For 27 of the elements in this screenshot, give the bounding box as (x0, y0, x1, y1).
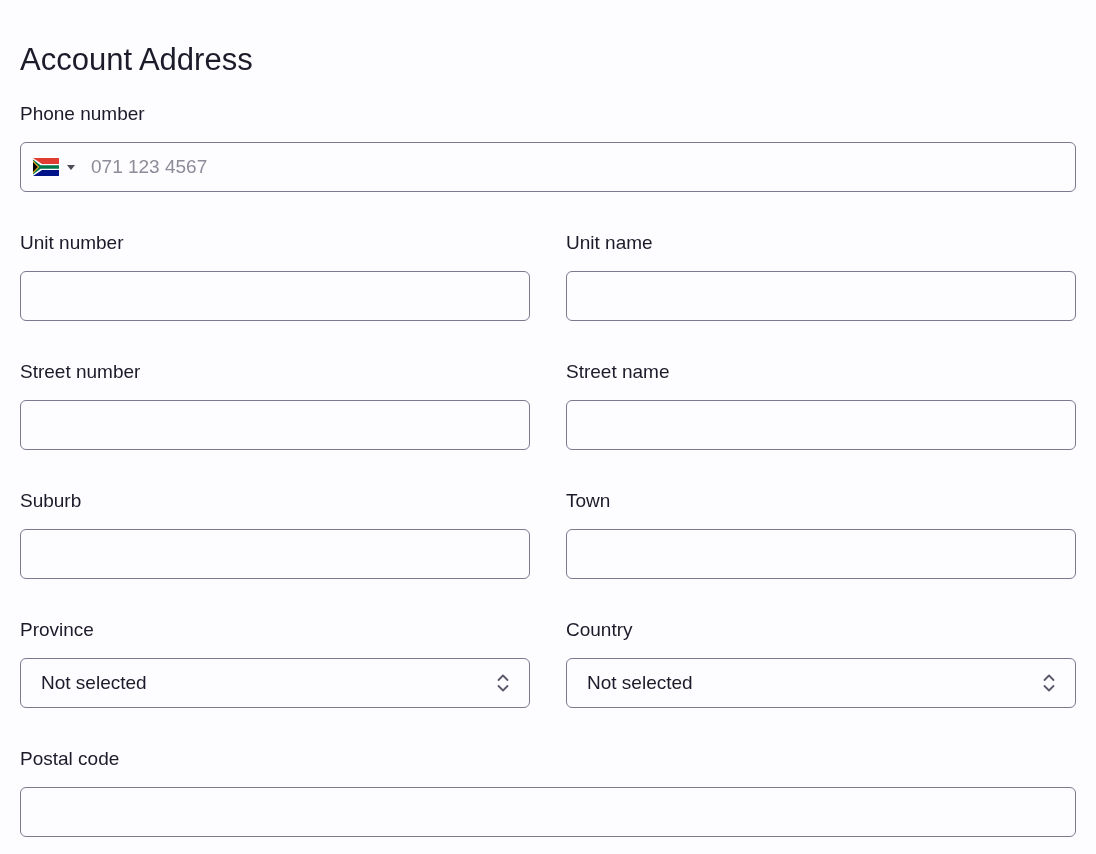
field-label: Unit name (566, 231, 653, 255)
input-field[interactable] (20, 787, 1076, 837)
field-label: Suburb (20, 489, 82, 513)
field-label: Unit number (20, 231, 124, 255)
country-code-button[interactable] (33, 158, 75, 176)
chevron-up-down-icon (497, 673, 509, 693)
field-label: Street name (566, 360, 670, 384)
input-field[interactable] (566, 271, 1076, 321)
phone-field[interactable]: 071 123 4567 (20, 142, 1076, 192)
input-field[interactable] (566, 400, 1076, 450)
flag-icon (33, 158, 59, 176)
field-label: Phone number (20, 102, 145, 126)
page-heading: Account Address (20, 41, 253, 79)
dropdown-field[interactable]: Not selected (20, 658, 530, 708)
phone-number-input[interactable]: 071 123 4567 (91, 152, 1055, 182)
field-label: Country (566, 618, 633, 642)
dropdown-field[interactable]: Not selected (566, 658, 1076, 708)
input-field[interactable] (20, 529, 530, 579)
input-field[interactable] (20, 271, 530, 321)
chevron-up-down-icon (1043, 673, 1055, 693)
field-label: Town (566, 489, 611, 513)
input-field[interactable] (566, 529, 1076, 579)
field-label: Postal code (20, 747, 120, 771)
caret-down-icon (67, 164, 75, 170)
input-field[interactable] (20, 400, 530, 450)
field-label: Street number (20, 360, 141, 384)
field-label: Province (20, 618, 94, 642)
